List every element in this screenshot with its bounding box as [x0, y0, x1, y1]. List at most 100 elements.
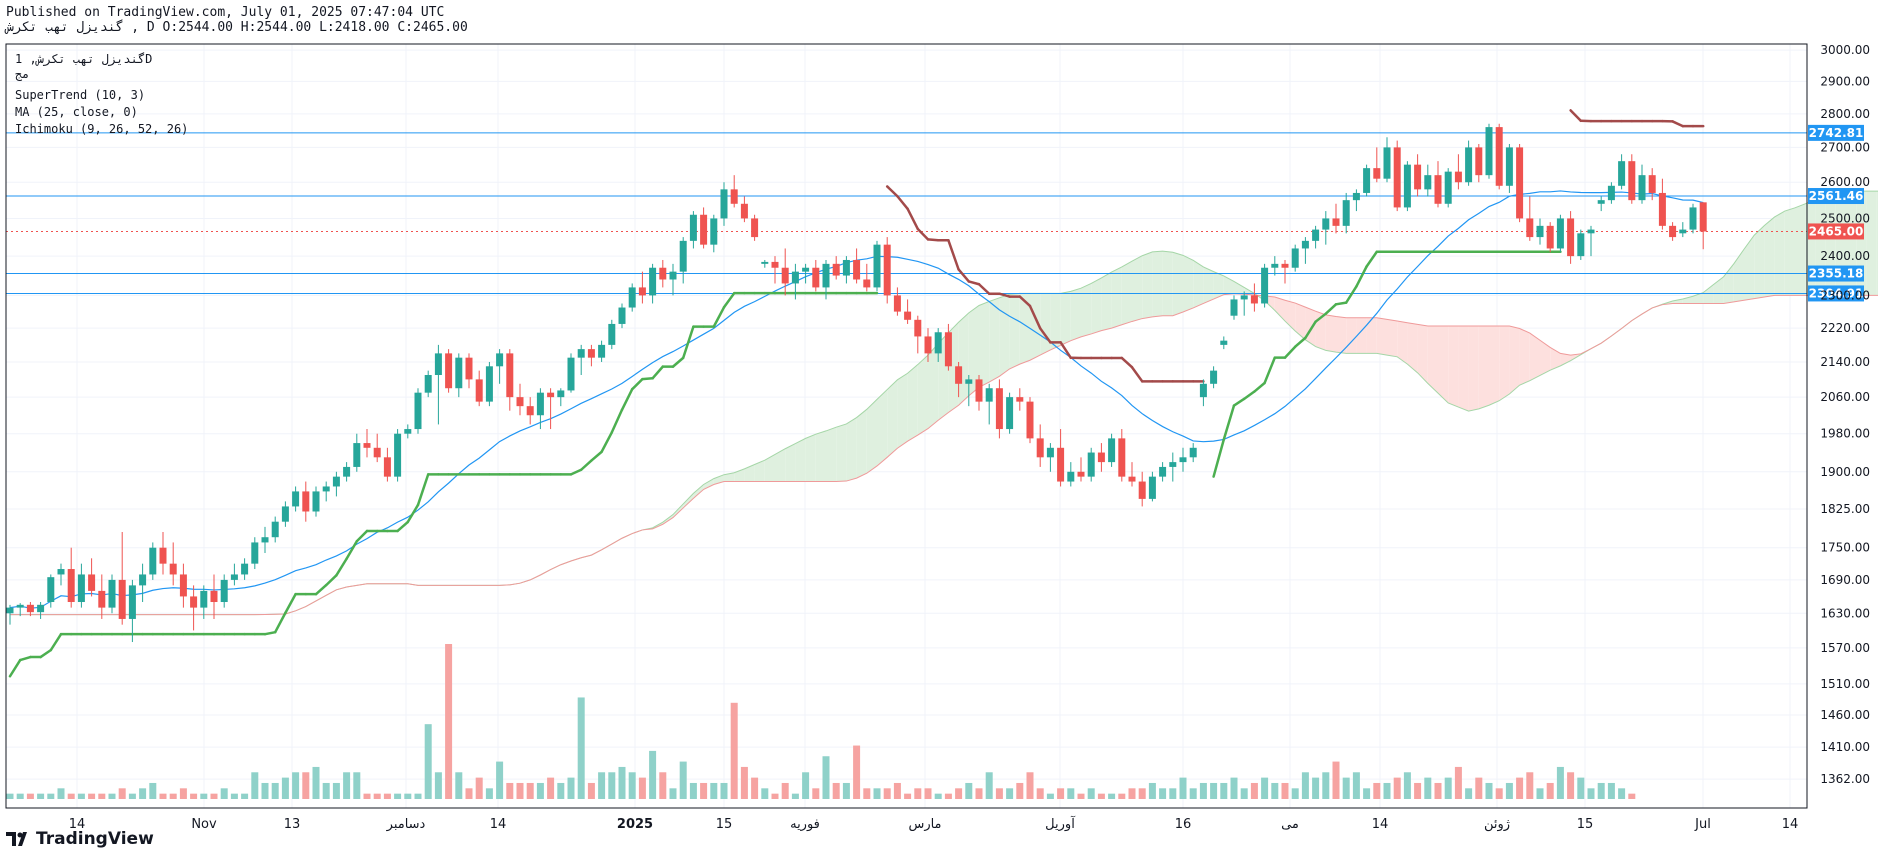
candle-body	[37, 604, 45, 613]
y-tick-label: 2220.00	[1820, 321, 1870, 335]
candle-body	[812, 267, 820, 288]
volume-bar	[16, 793, 24, 799]
candle-body	[383, 457, 391, 477]
candle-body	[1526, 218, 1534, 238]
cloud-segment	[1060, 291, 1071, 346]
volume-bar	[1363, 788, 1371, 799]
candle-body	[944, 332, 952, 367]
volume-bar	[1087, 788, 1095, 799]
legend-ichimoku[interactable]: Ichimoku (9, 26, 52, 26)	[15, 122, 188, 136]
volume-bar	[455, 772, 463, 799]
candle-body	[159, 547, 167, 564]
candle-body	[1261, 267, 1269, 304]
supertrend-segment	[1324, 303, 1338, 315]
volume-bar	[781, 782, 789, 799]
x-tick-label: Nov	[191, 817, 217, 832]
volume-bar	[1352, 772, 1360, 799]
x-tick-label: 15	[716, 817, 733, 832]
volume-bar	[394, 793, 402, 799]
volume-bar	[1128, 788, 1136, 799]
candle-body	[1414, 164, 1422, 190]
cloud-segment	[785, 443, 796, 482]
cloud-segment	[1081, 283, 1092, 337]
cloud-segment	[1183, 255, 1194, 313]
candle-body	[710, 218, 718, 245]
cloud-segment	[1427, 326, 1438, 394]
volume-bar	[1434, 782, 1442, 799]
legend-ma[interactable]: MA (25, close, 0)	[15, 105, 138, 119]
supertrend-segment	[39, 648, 53, 659]
x-tick-label: 15	[1577, 817, 1594, 832]
volume-bar	[302, 772, 310, 799]
candle-body	[118, 579, 126, 619]
cloud-segment	[887, 379, 898, 458]
candle-body	[751, 218, 759, 238]
chart-canvas[interactable]: 2742.812561.462355.182304.912465.00 3000…	[0, 0, 1878, 858]
candle-body	[1199, 383, 1207, 398]
volume-bar	[812, 788, 820, 799]
supertrend-segment	[406, 503, 420, 524]
supertrend-segment	[1242, 390, 1256, 401]
volume-bar	[434, 772, 442, 799]
candle-body	[26, 604, 34, 613]
candle-body	[1669, 225, 1677, 238]
cloud-segment	[1091, 277, 1102, 334]
volume-bar	[108, 793, 116, 799]
volume-bar	[404, 793, 412, 799]
candle-body	[832, 263, 840, 276]
tradingview-logo-icon	[6, 832, 27, 846]
candle-body	[1301, 240, 1309, 249]
y-tick-label: 2500.00	[1820, 211, 1870, 225]
volume-bar	[159, 793, 167, 799]
candle-body	[230, 574, 238, 580]
candle-body	[394, 433, 402, 477]
supertrend-segment	[284, 592, 297, 615]
volume-bar	[271, 782, 279, 799]
candle-body	[1648, 175, 1656, 193]
volume-bar	[281, 777, 289, 799]
volume-bar	[934, 793, 942, 799]
volume-bar	[332, 782, 340, 799]
volume-bar	[1373, 782, 1381, 799]
candle-body	[1383, 147, 1391, 179]
candle-body	[638, 287, 646, 296]
candle-body	[404, 429, 412, 434]
volume-bar	[1332, 761, 1340, 799]
cloud-segment	[764, 454, 775, 482]
candle-body	[1006, 397, 1014, 430]
legend-supertrend[interactable]: SuperTrend (10, 3)	[15, 88, 145, 102]
volume-bar	[842, 782, 850, 799]
candle-body	[1026, 401, 1034, 439]
cloud-segment	[877, 389, 888, 466]
candle-body	[883, 244, 891, 296]
supertrend-segment	[1212, 438, 1226, 478]
cloud-segment	[866, 399, 877, 474]
supertrend-segment	[610, 408, 624, 434]
volume-bar	[363, 793, 371, 799]
volume-bar	[57, 788, 65, 799]
volume-bar	[1159, 788, 1167, 799]
y-tick-label: 2700.00	[1820, 140, 1870, 154]
cloud-segment	[795, 438, 806, 482]
cloud-segment	[856, 409, 867, 479]
candle-body	[689, 214, 697, 241]
candle-body	[353, 443, 361, 467]
candle-body	[924, 336, 932, 354]
cloud-segment	[1336, 316, 1347, 354]
cloud-segment	[1529, 333, 1540, 381]
cloud-segment	[1499, 326, 1510, 401]
volume-bar	[6, 793, 14, 799]
volume-bar	[383, 793, 391, 799]
y-tick-label: 1362.00	[1820, 772, 1870, 786]
candle-body	[771, 261, 779, 268]
volume-bar	[241, 793, 249, 799]
volume-bar	[343, 772, 351, 799]
y-tick-label: 1900.00	[1820, 465, 1870, 479]
candle-body	[88, 574, 96, 591]
volume-bar	[496, 761, 504, 799]
volume-bar	[353, 772, 361, 799]
cloud-segment	[1101, 272, 1112, 331]
y-tick-label: 2900.00	[1820, 74, 1870, 88]
candle-body	[618, 307, 626, 324]
candle-body	[557, 390, 565, 398]
